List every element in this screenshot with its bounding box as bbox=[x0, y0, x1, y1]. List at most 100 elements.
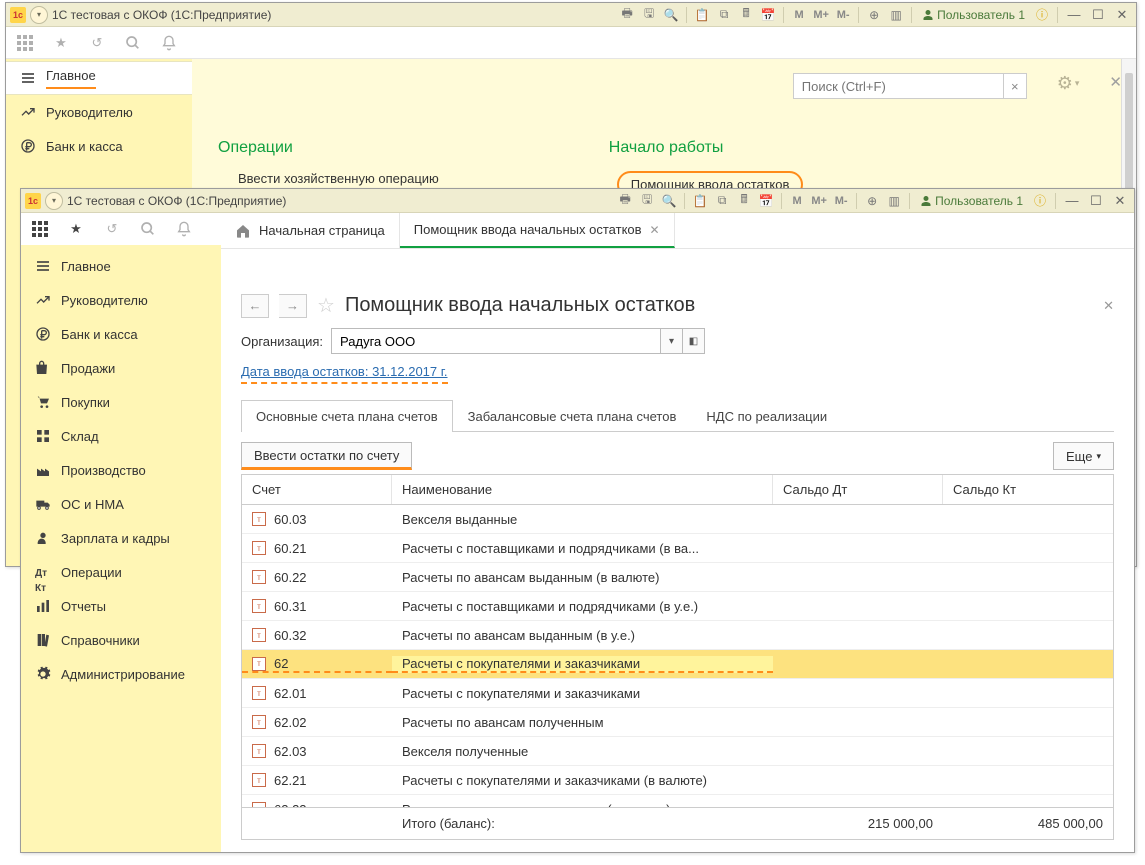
sidebar-item-Банк и касса[interactable]: Банк и касса bbox=[21, 317, 221, 351]
copy-icon[interactable]: ⧉ bbox=[715, 6, 733, 24]
preview-icon[interactable]: 🔍 bbox=[660, 192, 678, 210]
search-box: × bbox=[793, 73, 1027, 99]
clipboard-icon[interactable]: 📋 bbox=[693, 6, 711, 24]
maximize-button[interactable]: ☐ bbox=[1088, 7, 1108, 23]
entry-date-link[interactable]: Дата ввода остатков: 31.12.2017 г. bbox=[241, 364, 448, 384]
table-row[interactable]: т60.31Расчеты с поставщиками и подрядчик… bbox=[242, 592, 1113, 621]
sub-tab-2[interactable]: НДС по реализации bbox=[691, 400, 842, 432]
history-icon[interactable]: ↺ bbox=[103, 220, 121, 238]
calc-icon[interactable]: 🖩 bbox=[735, 192, 753, 210]
close-window-button[interactable]: ✕ bbox=[1110, 193, 1130, 209]
apps-icon[interactable] bbox=[16, 34, 34, 52]
nav-forward-button[interactable]: → bbox=[279, 294, 307, 318]
table-row[interactable]: т62.03Векселя полученные bbox=[242, 737, 1113, 766]
print-icon[interactable]: 🖶 bbox=[616, 192, 634, 210]
sidebar-item-Справочники[interactable]: Справочники bbox=[21, 623, 221, 657]
app-menu-dropdown[interactable]: ▾ bbox=[30, 6, 48, 24]
tab-home[interactable]: Начальная страница bbox=[221, 213, 400, 248]
maximize-button[interactable]: ☐ bbox=[1086, 193, 1106, 209]
sidebar-item-Продажи[interactable]: Продажи bbox=[21, 351, 221, 385]
star-icon[interactable]: ★ bbox=[52, 34, 70, 52]
sub-tab-0[interactable]: Основные счета плана счетов bbox=[241, 400, 453, 432]
close-page-button[interactable]: ✕ bbox=[1103, 298, 1114, 314]
star-icon[interactable]: ★ bbox=[67, 220, 85, 238]
sub-tab-1[interactable]: Забалансовые счета плана счетов bbox=[453, 400, 692, 432]
panel-icon[interactable]: ▥ bbox=[885, 192, 903, 210]
save-icon[interactable]: 🖫 bbox=[640, 6, 658, 24]
minimize-button[interactable]: — bbox=[1062, 193, 1082, 209]
table-row[interactable]: т60.32Расчеты по авансам выданным (в у.е… bbox=[242, 621, 1113, 650]
table-row[interactable]: т62.21Расчеты с покупателями и заказчика… bbox=[242, 766, 1113, 795]
sidebar-item-Администрирование[interactable]: Администрирование bbox=[21, 657, 221, 691]
tab-1[interactable]: Помощник ввода начальных остатков✕ bbox=[400, 213, 675, 248]
memory-mminus-icon[interactable]: M- bbox=[834, 6, 852, 24]
print-icon[interactable]: 🖶 bbox=[618, 6, 636, 24]
col-header-debit[interactable]: Сальдо Дт bbox=[773, 475, 943, 504]
search-icon[interactable] bbox=[139, 220, 157, 238]
memory-mplus-icon[interactable]: M+ bbox=[812, 6, 830, 24]
sidebar-item-Руководителю[interactable]: Руководителю bbox=[6, 95, 192, 129]
zoom-icon[interactable]: ⊕ bbox=[863, 192, 881, 210]
save-icon[interactable]: 🖫 bbox=[638, 192, 656, 210]
sidebar-item-Зарплата и кадры[interactable]: Зарплата и кадры bbox=[21, 521, 221, 555]
clipboard-icon[interactable]: 📋 bbox=[691, 192, 709, 210]
col-header-credit[interactable]: Сальдо Кт bbox=[943, 475, 1113, 504]
history-icon[interactable]: ↺ bbox=[88, 34, 106, 52]
sidebar-item-Склад[interactable]: Склад bbox=[21, 419, 221, 453]
sidebar-item-ОС и НМА[interactable]: ОС и НМА bbox=[21, 487, 221, 521]
sidebar-item-Операции[interactable]: ДтКтОперации bbox=[21, 555, 221, 589]
minimize-button[interactable]: — bbox=[1064, 7, 1084, 23]
memory-m-icon[interactable]: M bbox=[790, 6, 808, 24]
calc-icon[interactable]: 🖩 bbox=[737, 6, 755, 24]
favorite-star-icon[interactable]: ☆ bbox=[317, 293, 335, 318]
sidebar-item-Главное[interactable]: Главное bbox=[6, 61, 192, 95]
memory-mplus-icon[interactable]: M+ bbox=[810, 192, 828, 210]
search-clear-button[interactable]: × bbox=[1003, 73, 1027, 99]
sidebar-item-Покупки[interactable]: Покупки bbox=[21, 385, 221, 419]
enter-balance-button[interactable]: Ввести остатки по счету bbox=[241, 442, 412, 470]
more-button[interactable]: Еще▾ bbox=[1053, 442, 1114, 470]
col-header-account[interactable]: Счет bbox=[242, 475, 392, 504]
org-open-button[interactable]: ◧ bbox=[683, 328, 705, 354]
table-row[interactable]: т62.02Расчеты по авансам полученным bbox=[242, 708, 1113, 737]
user-label[interactable]: Пользователь 1 bbox=[916, 192, 1027, 210]
memory-m-icon[interactable]: M bbox=[788, 192, 806, 210]
zoom-icon[interactable]: ⊕ bbox=[865, 6, 883, 24]
sidebar-item-Банк и касса[interactable]: Банк и касса bbox=[6, 129, 192, 163]
bell-icon[interactable] bbox=[175, 220, 193, 238]
bell-icon[interactable] bbox=[160, 34, 178, 52]
info-icon[interactable]: ⓘ bbox=[1033, 6, 1051, 24]
panel-icon[interactable]: ▥ bbox=[887, 6, 905, 24]
calendar-icon[interactable]: 📅 bbox=[759, 6, 777, 24]
search-icon[interactable] bbox=[124, 34, 142, 52]
table-row[interactable]: т60.03Векселя выданные bbox=[242, 505, 1113, 534]
table-row[interactable]: т62Расчеты с покупателями и заказчиками bbox=[242, 650, 1113, 679]
close-window-button[interactable]: ✕ bbox=[1112, 7, 1132, 23]
sidebar-item-Главное[interactable]: Главное bbox=[21, 249, 221, 283]
user-label[interactable]: Пользователь 1 bbox=[918, 6, 1029, 24]
copy-icon[interactable]: ⧉ bbox=[713, 192, 731, 210]
table-row[interactable]: т62.22Расчеты по авансам полученным (в в… bbox=[242, 795, 1113, 807]
table-row[interactable]: т62.01Расчеты с покупателями и заказчика… bbox=[242, 679, 1113, 708]
info-icon[interactable]: ⓘ bbox=[1031, 192, 1049, 210]
sidebar-item-Отчеты[interactable]: Отчеты bbox=[21, 589, 221, 623]
account-name: Расчеты с покупателями и заказчиками bbox=[392, 656, 773, 673]
calendar-icon[interactable]: 📅 bbox=[757, 192, 775, 210]
enter-business-operation-link[interactable]: Ввести хозяйственную операцию bbox=[218, 171, 439, 186]
table-row[interactable]: т60.22Расчеты по авансам выданным (в вал… bbox=[242, 563, 1113, 592]
org-input[interactable] bbox=[331, 328, 661, 354]
nav-back-button[interactable]: ← bbox=[241, 294, 269, 318]
grid-body[interactable]: т60.03Векселя выданныет60.21Расчеты с по… bbox=[242, 505, 1113, 807]
search-input[interactable] bbox=[793, 73, 1003, 99]
preview-icon[interactable]: 🔍 bbox=[662, 6, 680, 24]
sidebar-item-Руководителю[interactable]: Руководителю bbox=[21, 283, 221, 317]
tab-close-icon[interactable]: ✕ bbox=[650, 223, 660, 237]
settings-gear-icon[interactable]: ⚙▾ bbox=[1057, 73, 1080, 94]
apps-icon[interactable] bbox=[31, 220, 49, 238]
memory-mminus-icon[interactable]: M- bbox=[832, 192, 850, 210]
table-row[interactable]: т60.21Расчеты с поставщиками и подрядчик… bbox=[242, 534, 1113, 563]
sidebar-item-Производство[interactable]: Производство bbox=[21, 453, 221, 487]
app-menu-dropdown[interactable]: ▾ bbox=[45, 192, 63, 210]
col-header-name[interactable]: Наименование bbox=[392, 475, 773, 504]
org-dropdown-button[interactable]: ▾ bbox=[661, 328, 683, 354]
